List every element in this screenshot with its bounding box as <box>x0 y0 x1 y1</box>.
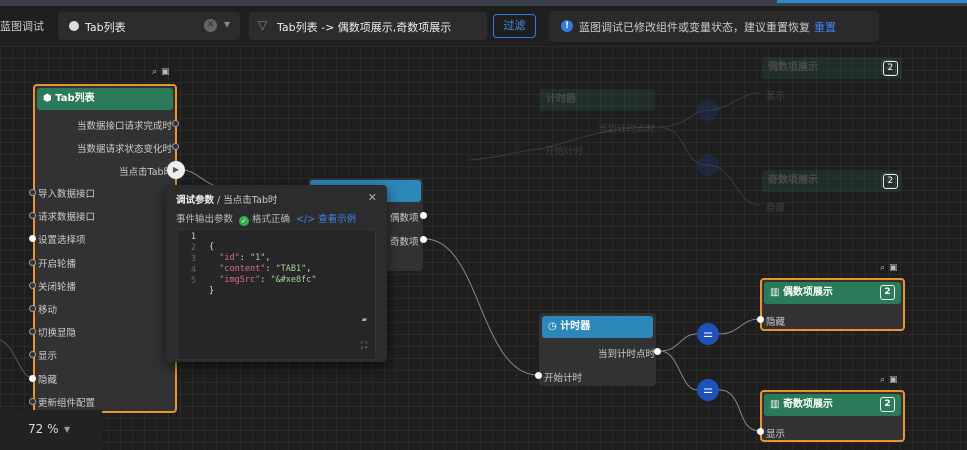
edge-odd-timer <box>424 238 539 376</box>
code-editor[interactable]: 12345 { "id": "1", "content": "TAB1", "i… <box>177 229 376 360</box>
filter-icon[interactable]: ⚌ <box>697 323 719 345</box>
port-dot[interactable] <box>29 305 36 312</box>
output-port: 当到计时点时 <box>598 349 656 360</box>
ghost-timer-header: 计时器 <box>540 89 655 111</box>
ghost-timer-input: 开始计时 <box>545 146 584 157</box>
port-dot[interactable] <box>29 235 36 242</box>
ghost-even-input: 显示 <box>766 91 786 102</box>
output-port: 当数据请求状态变化时 <box>76 144 172 155</box>
chevron-down-icon[interactable]: ▼ <box>64 425 70 434</box>
port-dot[interactable] <box>29 351 36 358</box>
port-dot[interactable] <box>757 428 764 435</box>
port-dot[interactable] <box>29 328 36 335</box>
popover-title: 调试参数 <box>176 195 215 206</box>
output-port: 当数据接口请求完成时 <box>76 121 172 132</box>
port-dot[interactable] <box>29 375 36 382</box>
edge-filter2-odd <box>718 389 761 432</box>
zoom-control[interactable]: 72 % ▼ <box>0 410 102 450</box>
ghost-odd-header: 奇数项展示 2 <box>762 170 902 192</box>
port-dot[interactable] <box>654 348 661 355</box>
input-port: 隐藏 <box>38 375 58 386</box>
edge-hide-in <box>0 339 34 379</box>
input-port: 导入数据接口 <box>38 189 96 200</box>
port-dot[interactable] <box>172 143 179 150</box>
count-badge: 2 <box>880 285 895 300</box>
debug-params-popover: 调试参数 / 当点击Tab时 ✕ 事件输出参数 ✓ 格式正确 </> 查看示例 123… <box>166 185 387 362</box>
input-port: 请求数据接口 <box>38 212 96 223</box>
port-dot[interactable] <box>29 282 36 289</box>
port-dot[interactable] <box>29 189 36 196</box>
count-badge: 2 <box>880 397 895 412</box>
output-params-label: 事件输出参数 <box>176 214 234 225</box>
check-icon: ✓ <box>239 216 250 226</box>
input-port: 开始计时 <box>544 373 583 384</box>
ghost-even-badge: 2 <box>883 61 898 76</box>
filter-icon[interactable]: ⚌ <box>697 379 719 401</box>
input-port: 切换显隐 <box>38 328 77 339</box>
input-port: 显示 <box>766 429 786 440</box>
ghost-odd-badge: 2 <box>883 174 898 189</box>
fullscreen-icon[interactable]: ⛶ <box>361 341 367 351</box>
port-dot[interactable] <box>29 212 36 219</box>
even-header: ▥ 偶数项展示 2 <box>764 282 901 304</box>
format-icon[interactable]: ▰ <box>362 315 367 325</box>
port-dot[interactable] <box>420 236 427 243</box>
ghost-odd-input: 隐藏 <box>766 203 786 214</box>
zoom-value: 72 % <box>28 422 59 436</box>
output-port: 偶数项 <box>390 213 419 224</box>
input-port: 更新组件配置 <box>38 398 96 409</box>
port-dot[interactable] <box>29 259 36 266</box>
close-icon[interactable]: ✕ <box>368 191 377 204</box>
port-dot[interactable] <box>29 398 36 405</box>
node-tools[interactable]: ⌕▣ <box>152 67 174 77</box>
view-example-link[interactable]: </> 查看示例 <box>296 214 356 225</box>
tab-list-header: ⬢ Tab列表 <box>37 88 173 110</box>
output-port: 奇数项 <box>390 237 419 248</box>
popover-subtitle: 当点击Tab时 <box>223 195 278 206</box>
input-port: 隐藏 <box>766 317 786 328</box>
node-tools[interactable]: ⌕▣ <box>880 375 902 385</box>
input-port: 设置选择项 <box>38 235 86 246</box>
ghost-even-header: 偶数项展示 2 <box>762 57 902 79</box>
input-port: 关闭轮播 <box>38 282 77 293</box>
input-port: 显示 <box>38 351 58 362</box>
input-port: 开启轮播 <box>38 259 77 270</box>
ghost-timer-output: 当到计时点时 <box>598 124 656 135</box>
odd-header: ▥ 奇数项展示 2 <box>764 394 901 416</box>
edge-timer-filter2 <box>659 350 698 391</box>
port-dot[interactable] <box>172 120 179 127</box>
tab-list-node[interactable]: ⬢ Tab列表 <box>33 84 177 413</box>
timer-header: ◷ 计时器 <box>542 316 653 338</box>
output-port: 当点击Tab时 <box>119 167 167 178</box>
edge-filter1-even <box>718 318 761 335</box>
port-dot[interactable] <box>535 372 542 379</box>
node-tools[interactable]: ⌕▣ <box>880 263 902 273</box>
edge-timer-filter1 <box>659 333 698 352</box>
input-port: 移动 <box>38 305 58 316</box>
play-debug-icon[interactable]: ▶ <box>167 161 185 179</box>
port-dot[interactable] <box>757 316 764 323</box>
format-status: 格式正确 <box>252 214 291 225</box>
port-dot[interactable] <box>420 212 427 219</box>
